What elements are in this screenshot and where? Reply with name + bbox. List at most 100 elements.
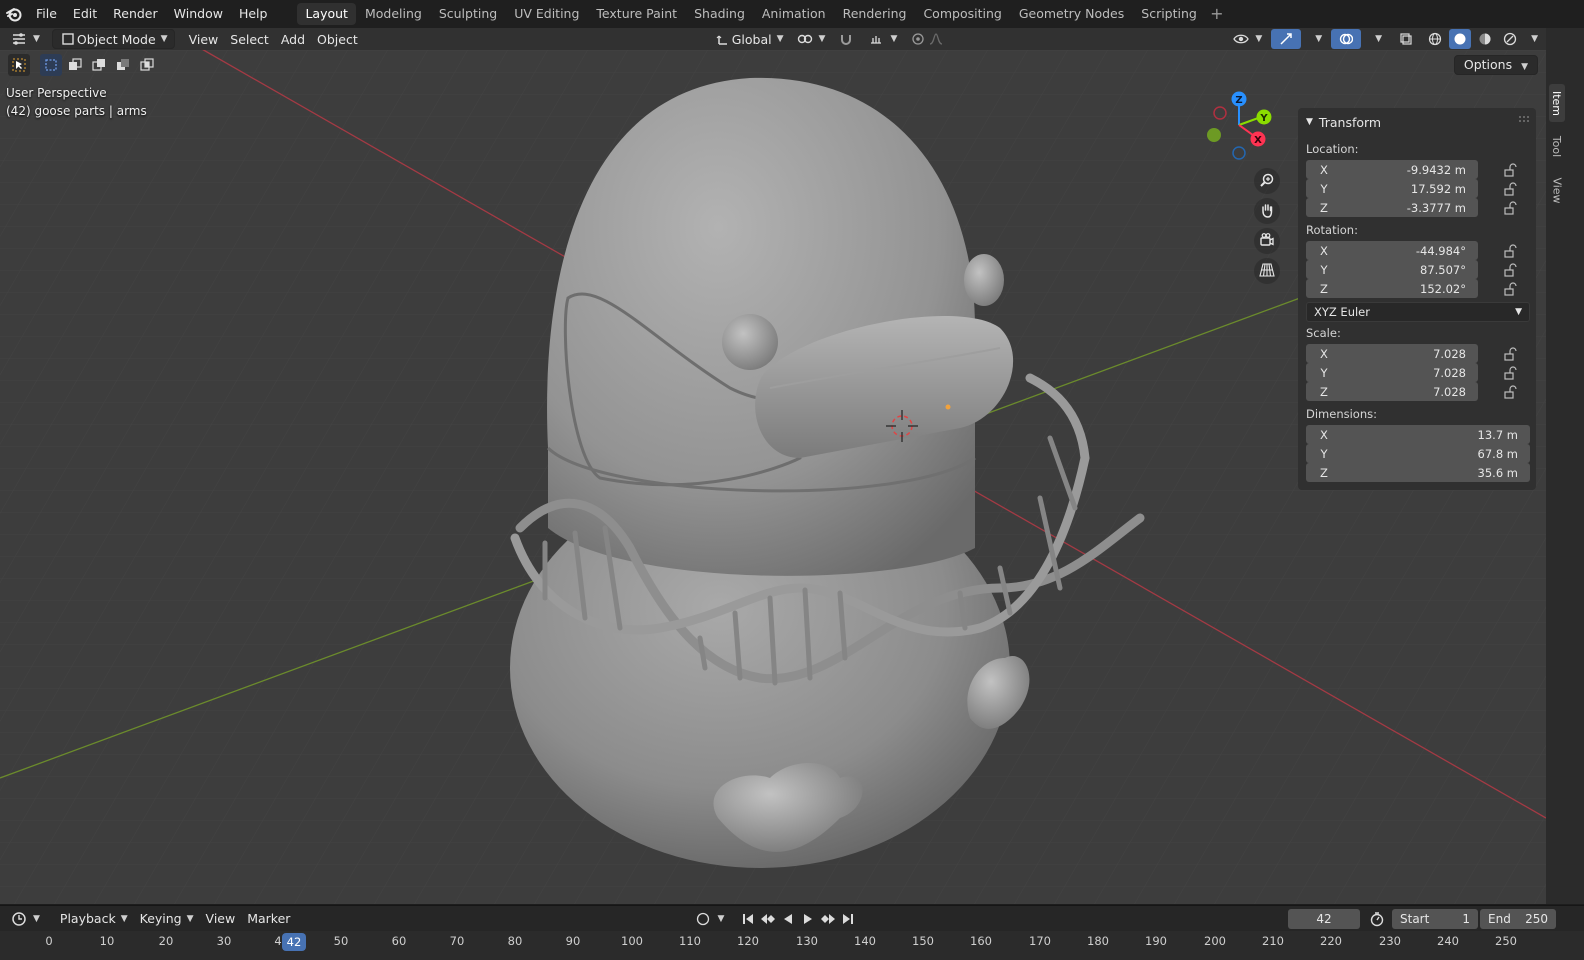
play-button[interactable] [799, 910, 817, 928]
current-frame-field[interactable]: 42 [1288, 909, 1360, 929]
menu-window[interactable]: Window [166, 0, 231, 28]
location-y-field[interactable]: Y 17.592 m [1306, 179, 1478, 198]
lock-icon[interactable] [1502, 365, 1518, 381]
menu-playback[interactable]: Playback ▼ [54, 909, 134, 929]
select-tool-button[interactable] [8, 54, 30, 76]
timeline-ruler[interactable]: 0 10 20 30 4 50 60 70 80 90 100 110 120 … [0, 931, 1584, 960]
tab-scripting[interactable]: Scripting [1133, 3, 1205, 25]
rotation-z-field[interactable]: Z 152.02° [1306, 279, 1478, 298]
options-dropdown[interactable]: Options ▼ [1453, 55, 1538, 75]
editor-type-button[interactable]: ▼ [4, 29, 46, 49]
select-new-button[interactable] [40, 54, 62, 76]
playhead-indicator[interactable]: 42 [282, 933, 306, 951]
menu-timeline-view[interactable]: View [200, 909, 242, 929]
tab-geometry-nodes[interactable]: Geometry Nodes [1011, 3, 1132, 25]
lock-icon[interactable] [1502, 262, 1518, 278]
location-z-field[interactable]: Z -3.3777 m [1306, 198, 1478, 217]
scale-x-field[interactable]: X 7.028 [1306, 344, 1478, 363]
jump-end-button[interactable] [839, 910, 857, 928]
rotation-x-field[interactable]: X -44.984° [1306, 241, 1478, 260]
perspective-toggle-button[interactable] [1254, 258, 1280, 284]
lock-icon[interactable] [1502, 384, 1518, 400]
pivot-point-dropdown[interactable]: ▼ [790, 29, 832, 49]
keying-dropdown[interactable]: ▼ [712, 910, 730, 928]
shading-material-button[interactable] [1474, 29, 1496, 49]
menu-add[interactable]: Add [275, 29, 311, 49]
top-bar: File Edit Render Window Help Layout Mode… [0, 0, 1584, 28]
3d-viewport[interactable]: ▼ Object Mode ▼ View Select Add Object G… [0, 28, 1546, 904]
preview-range-toggle[interactable] [1368, 910, 1386, 928]
snap-target-dropdown[interactable]: ▼ [861, 29, 903, 49]
tab-sculpting[interactable]: Sculpting [431, 3, 505, 25]
menu-render[interactable]: Render [105, 0, 166, 28]
gizmos-toggle[interactable] [1271, 29, 1302, 49]
prev-keyframe-button[interactable] [759, 910, 777, 928]
scale-z-field[interactable]: Z 7.028 [1306, 382, 1478, 401]
dimensions-y-field[interactable]: Y 67.8 m [1306, 444, 1530, 463]
lock-icon[interactable] [1502, 200, 1518, 216]
camera-view-button[interactable] [1254, 228, 1280, 254]
timeline-editor-type-button[interactable]: ▼ [4, 909, 46, 929]
end-frame-field[interactable]: End 250 [1480, 909, 1556, 929]
tab-view[interactable]: View [1549, 170, 1565, 210]
shading-solid-button[interactable] [1449, 29, 1472, 49]
select-intersect-button[interactable] [136, 54, 158, 76]
shading-rendered-button[interactable] [1499, 29, 1521, 49]
xray-toggle[interactable] [1391, 29, 1421, 49]
blender-logo-icon[interactable] [0, 0, 28, 28]
select-subtract-button[interactable] [88, 54, 110, 76]
menu-select[interactable]: Select [224, 29, 275, 49]
location-x-field[interactable]: X -9.9432 m [1306, 160, 1478, 179]
tab-rendering[interactable]: Rendering [835, 3, 915, 25]
tab-tool[interactable]: Tool [1549, 126, 1565, 166]
gizmos-dropdown[interactable]: ▼ [1304, 29, 1328, 49]
tab-item[interactable]: Item [1549, 84, 1565, 122]
tab-compositing[interactable]: Compositing [915, 3, 1009, 25]
menu-marker[interactable]: Marker [241, 909, 296, 929]
transform-orientation-dropdown[interactable]: Global ▼ [708, 29, 790, 49]
navigation-gizmo[interactable]: Z Y X [1198, 88, 1278, 168]
tab-uv-editing[interactable]: UV Editing [506, 3, 587, 25]
menu-help[interactable]: Help [231, 0, 276, 28]
menu-object[interactable]: Object [311, 29, 364, 49]
lock-icon[interactable] [1502, 162, 1518, 178]
rotation-y-field[interactable]: Y 87.507° [1306, 260, 1478, 279]
tab-modeling[interactable]: Modeling [357, 3, 430, 25]
visibility-dropdown[interactable]: ▼ [1226, 29, 1268, 49]
next-keyframe-button[interactable] [819, 910, 837, 928]
lock-icon[interactable] [1502, 281, 1518, 297]
overlays-dropdown[interactable]: ▼ [1364, 29, 1388, 49]
tab-animation[interactable]: Animation [754, 3, 834, 25]
shading-dropdown[interactable]: ▼ [1524, 29, 1540, 49]
drag-grip-icon[interactable] [1518, 115, 1530, 123]
dimensions-x-field[interactable]: X 13.7 m [1306, 425, 1530, 444]
select-extend-button[interactable] [64, 54, 86, 76]
transform-panel-header[interactable]: ▼ Transform [1306, 112, 1381, 132]
proportional-edit-toggle[interactable] [903, 29, 951, 49]
tab-layout[interactable]: Layout [297, 3, 356, 25]
dimensions-z-field[interactable]: Z 35.6 m [1306, 463, 1530, 482]
auto-keying-toggle[interactable] [694, 910, 712, 928]
jump-start-button[interactable] [739, 910, 757, 928]
menu-edit[interactable]: Edit [65, 0, 105, 28]
menu-view[interactable]: View [183, 29, 225, 49]
add-workspace-button[interactable]: + [1206, 3, 1228, 25]
menu-keying[interactable]: Keying ▼ [134, 909, 200, 929]
select-invert-button[interactable] [112, 54, 134, 76]
tab-shading[interactable]: Shading [686, 3, 753, 25]
tab-texture-paint[interactable]: Texture Paint [588, 3, 685, 25]
mode-dropdown[interactable]: Object Mode ▼ [51, 29, 175, 49]
rotation-mode-dropdown[interactable]: XYZ Euler ▼ [1306, 302, 1530, 322]
overlays-toggle[interactable] [1331, 29, 1362, 49]
pan-button[interactable] [1254, 198, 1280, 224]
menu-file[interactable]: File [28, 0, 65, 28]
lock-icon[interactable] [1502, 181, 1518, 197]
lock-icon[interactable] [1502, 243, 1518, 259]
zoom-button[interactable] [1254, 168, 1280, 194]
shading-wireframe-button[interactable] [1424, 29, 1446, 49]
snap-toggle[interactable] [831, 29, 861, 49]
start-frame-field[interactable]: Start 1 [1392, 909, 1478, 929]
scale-y-field[interactable]: Y 7.028 [1306, 363, 1478, 382]
lock-icon[interactable] [1502, 346, 1518, 362]
play-reverse-button[interactable] [779, 910, 797, 928]
